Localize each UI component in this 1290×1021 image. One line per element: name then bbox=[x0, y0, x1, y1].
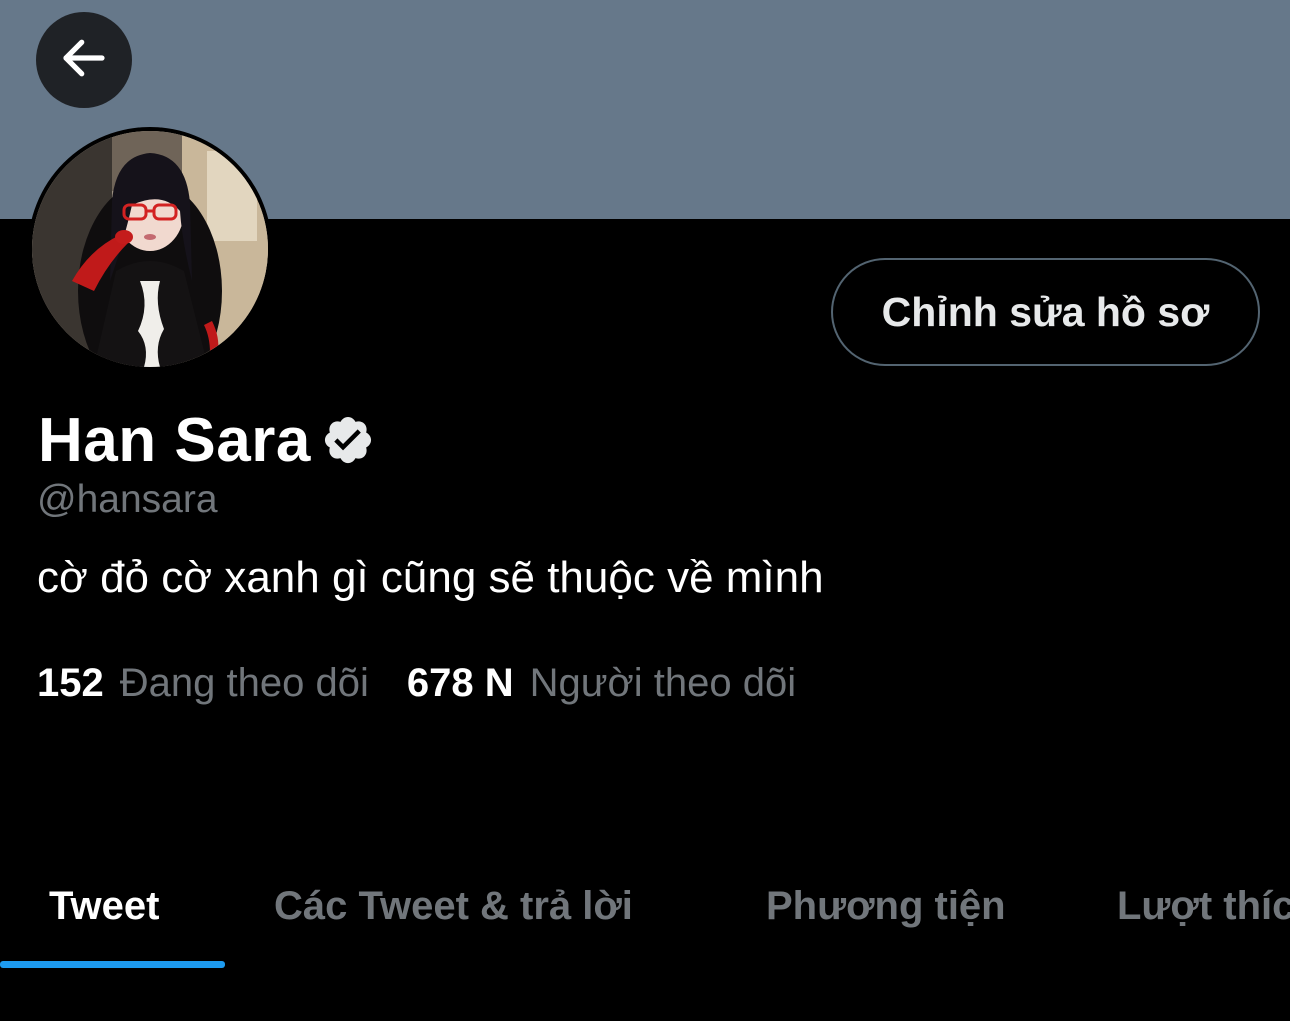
tab-media[interactable]: Phương tiện bbox=[766, 850, 1006, 962]
edit-profile-button[interactable]: Chỉnh sửa hồ sơ bbox=[831, 258, 1260, 366]
display-name: Han Sara bbox=[38, 405, 311, 475]
active-tab-indicator bbox=[0, 961, 225, 968]
profile-page: Chỉnh sửa hồ sơ Han Sara @hansara cờ đỏ … bbox=[0, 0, 1290, 1021]
following-link[interactable]: 152 Đang theo dõi bbox=[37, 661, 369, 706]
following-label: Đang theo dõi bbox=[119, 660, 369, 705]
following-count: 152 bbox=[37, 660, 104, 705]
followers-count: 678 N bbox=[406, 660, 514, 705]
profile-bio: cờ đỏ cờ xanh gì cũng sẽ thuộc về mình bbox=[37, 553, 824, 602]
profile-tabs: Tweet Các Tweet & trả lời Phương tiện Lư… bbox=[0, 850, 1290, 970]
followers-label: Người theo dõi bbox=[529, 660, 797, 705]
name-row: Han Sara bbox=[38, 404, 375, 476]
tab-tweets-and-replies[interactable]: Các Tweet & trả lời bbox=[274, 850, 633, 962]
tab-tweets[interactable]: Tweet bbox=[49, 850, 159, 962]
back-button[interactable] bbox=[36, 12, 132, 108]
profile-stats: 152 Đang theo dõi 678 N Người theo dõi bbox=[37, 656, 796, 710]
profile-handle: @hansara bbox=[37, 478, 218, 521]
tab-likes[interactable]: Lượt thích bbox=[1117, 850, 1290, 962]
verified-badge-icon[interactable] bbox=[321, 413, 375, 467]
followers-link[interactable]: 678 N Người theo dõi bbox=[407, 661, 796, 706]
arrow-left-icon bbox=[57, 31, 111, 90]
avatar[interactable] bbox=[28, 127, 272, 371]
